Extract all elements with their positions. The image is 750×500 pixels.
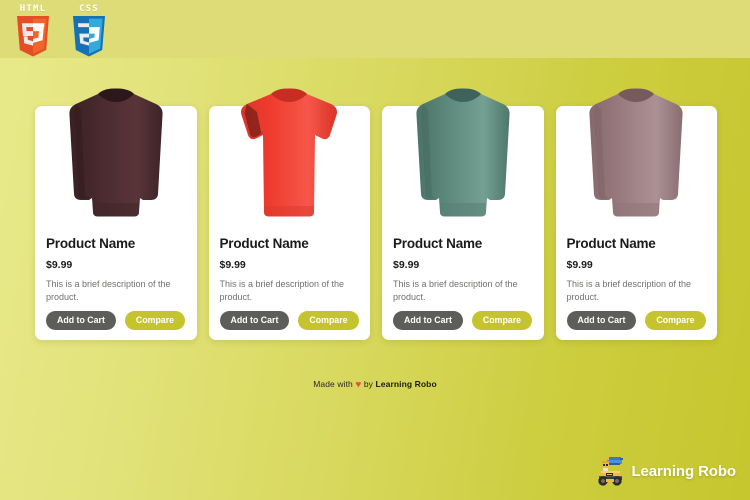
product-actions: Add to Cart Compare [566,311,706,330]
add-to-cart-button[interactable]: Add to Cart [46,311,116,330]
shirt-graphic-icon [416,88,510,217]
watermark-label: Learning Robo [631,462,736,480]
compare-button[interactable]: Compare [124,311,186,330]
html5-logo-label: HTML [19,4,47,14]
add-to-cart-button[interactable]: Add to Cart [219,311,290,330]
watermark: Learning Robo [593,454,736,488]
product-card[interactable]: Product Name $9.99 This is a brief descr… [208,88,371,340]
product-description: This is a brief description of the produ… [219,279,345,302]
compare-button[interactable]: Compare [298,311,359,330]
product-card[interactable]: Product Name $9.99 This is a brief descr… [555,88,718,340]
shirt-graphic-icon [241,88,338,217]
page-root: HTML CSS Product Name $9.99 This is a br… [0,0,750,500]
product-name: Product Name [46,236,136,251]
product-actions: Add to Cart Compare [393,311,533,330]
shirt-graphic-icon [69,88,163,217]
html5-logo: HTML [12,2,54,60]
compare-button[interactable]: Compare [645,311,706,330]
long-sleeve-shirt-teal-image [399,88,527,230]
compare-button[interactable]: Compare [471,311,533,330]
product-image [35,88,197,232]
product-card[interactable]: Product Name $9.99 This is a brief descr… [382,88,544,340]
product-name: Product Name [393,236,483,251]
product-price: $9.99 [393,259,420,271]
t-shirt-red-image [225,88,353,230]
add-to-cart-button[interactable]: Add to Cart [566,311,637,330]
product-price: $9.99 [566,259,593,271]
product-card-list: Product Name $9.99 This is a brief descr… [35,88,718,340]
html5-shield-icon [17,16,49,57]
product-image [556,88,718,232]
footer-brand-name: Learning Robo [375,379,437,389]
footer-credit: Made with ♥ by Learning Robo [0,379,750,391]
product-price: $9.99 [219,259,246,271]
tech-logo-group: HTML CSS [12,2,110,60]
learning-robo-robot-icon [598,457,624,486]
footer-made-with-label: Made with [313,379,353,389]
product-card[interactable]: Product Name $9.99 This is a brief descr… [35,88,197,340]
product-name: Product Name [566,236,656,251]
topbar: HTML CSS [0,0,750,58]
heart-icon: ♥ [355,379,362,391]
product-info: Product Name $9.99 This is a brief descr… [35,232,197,340]
add-to-cart-button[interactable]: Add to Cart [393,311,463,330]
shirt-graphic-icon [589,88,683,217]
product-name: Product Name [219,236,309,251]
product-info: Product Name $9.99 This is a brief descr… [556,232,718,340]
css3-logo-label: CSS [79,4,99,14]
product-description: This is a brief description of the produ… [566,279,692,302]
product-info: Product Name $9.99 This is a brief descr… [382,232,544,340]
product-image [209,88,371,232]
css3-shield-icon [73,16,105,57]
css3-logo: CSS [68,2,110,60]
long-sleeve-shirt-maroon-image [52,88,180,230]
long-sleeve-shirt-mauve-image [572,88,700,230]
product-actions: Add to Cart Compare [46,311,186,330]
product-description: This is a brief description of the produ… [393,279,518,302]
product-info: Product Name $9.99 This is a brief descr… [209,232,371,340]
product-image [382,88,544,232]
footer-by-label: by [363,379,374,389]
product-actions: Add to Cart Compare [219,311,359,330]
product-description: This is a brief description of the produ… [46,279,171,302]
product-price: $9.99 [46,259,73,271]
